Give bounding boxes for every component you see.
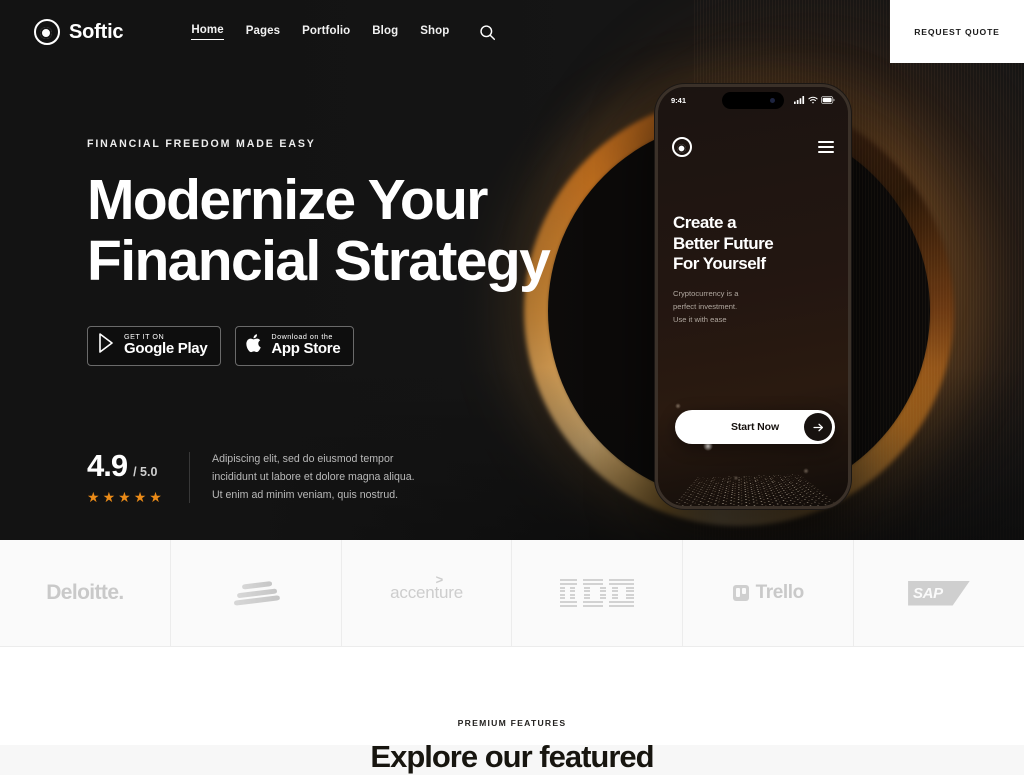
star-icon: ★ [118, 489, 131, 505]
nav-item-home[interactable]: Home [191, 24, 224, 40]
premium-features-section: PREMIUM FEATURES Explore our featured [0, 647, 1024, 774]
sap-logo-icon: SAP [908, 580, 971, 606]
phone-screen: 9:41 Create a Better Future For Yourself… [658, 87, 848, 506]
rating-text-line-1: Adipiscing elit, sed do eiusmod tempor [212, 453, 394, 465]
phone-title-line-3: For Yourself [673, 254, 766, 274]
dynamic-island [722, 92, 784, 109]
start-now-button[interactable]: Start Now [675, 410, 835, 444]
rating-description: Adipiscing elit, sed do eiusmod tempor i… [212, 450, 415, 505]
accenture-wordmark: accenture [390, 583, 463, 602]
phone-mockup: 9:41 Create a Better Future For Yourself… [655, 84, 851, 509]
rating-text-line-2: incididunt ut labore et dolore magna ali… [212, 471, 415, 484]
rating-score: 4.9 [87, 448, 128, 483]
search-icon[interactable] [476, 21, 498, 43]
logo-cell-deloitte[interactable]: Deloitte. [0, 540, 171, 646]
hero-eyebrow: FINANCIAL FREEDOM MADE EASY [87, 138, 316, 150]
phone-sub-line-2: perfect investment. [673, 301, 738, 311]
ibm-logo-icon [560, 579, 635, 607]
logo-cell-ibm[interactable] [512, 540, 684, 646]
bank-of-america-logo-icon [232, 580, 280, 606]
features-eyebrow: PREMIUM FEATURES [457, 718, 567, 728]
wifi-icon [808, 91, 818, 109]
nav-item-portfolio[interactable]: Portfolio [302, 25, 350, 40]
page-title: Modernize Your Financial Strategy [87, 170, 607, 292]
google-play-icon [98, 333, 116, 358]
apple-logo-icon [246, 333, 263, 358]
phone-nav [658, 137, 848, 157]
start-now-label: Start Now [730, 421, 780, 433]
request-quote-label: REQUEST QUOTE [914, 26, 1000, 37]
star-rating: ★ ★ ★ ★ ★ [87, 490, 171, 504]
nav-item-pages[interactable]: Pages [246, 25, 280, 40]
site-header: Softic Home Pages Portfolio Blog Shop RE… [0, 0, 1024, 64]
status-icons [794, 91, 835, 109]
hero-section: Softic Home Pages Portfolio Blog Shop RE… [0, 0, 1024, 540]
status-time: 9:41 [671, 95, 687, 105]
nav-item-shop[interactable]: Shop [420, 25, 449, 40]
softic-ring-logo-icon [34, 19, 60, 45]
hamburger-menu-icon[interactable] [818, 141, 834, 153]
request-quote-button[interactable]: REQUEST QUOTE [890, 0, 1024, 63]
star-icon: ★ [87, 489, 100, 505]
logo-cell-trello[interactable]: Trello [683, 540, 855, 646]
google-play-title: Google Play [124, 340, 208, 358]
app-store-button[interactable]: Download on the App Store [235, 325, 355, 366]
rating-out-of: / 5.0 [133, 465, 158, 479]
particle-bokeh [658, 296, 848, 506]
logo-cell-accenture[interactable]: > accenture [342, 540, 513, 646]
accenture-logo-icon: > accenture [390, 572, 463, 603]
accenture-chevron-icon: > [435, 572, 444, 587]
phone-sub-line-1: Cryptocurrency is a [673, 289, 739, 299]
app-store-badges: GET IT ON Google Play Download on the Ap… [87, 325, 607, 366]
phone-copy: Create a Better Future For Yourself Cryp… [673, 213, 838, 326]
logo-cell-bank-of-america[interactable] [171, 540, 342, 646]
trello-wordmark: Trello [755, 582, 805, 603]
google-play-button[interactable]: GET IT ON Google Play [87, 325, 222, 366]
trello-board-icon [732, 585, 749, 601]
star-icon: ★ [133, 489, 147, 505]
nav-item-blog[interactable]: Blog [372, 25, 398, 40]
rating-score-block: 4.9 / 5.0 ★ ★ ★ ★ ★ [87, 450, 171, 504]
phone-title-line-2: Better Future [673, 233, 774, 253]
logo-cell-sap[interactable]: SAP [854, 540, 1024, 646]
rating-text-line-3: Ut enim ad minim veniam, quis nostrud. [212, 489, 399, 502]
brand-name: Softic [69, 20, 124, 43]
front-camera-icon [770, 98, 775, 103]
sap-wordmark: SAP [913, 584, 943, 602]
phone-subtitle: Cryptocurrency is a perfect investment. … [673, 288, 838, 326]
client-logo-strip: Deloitte. > accenture Trello SAP [0, 540, 1024, 647]
main-nav: Home Pages Portfolio Blog Shop [191, 24, 449, 40]
softic-ring-logo-icon[interactable] [672, 137, 692, 157]
star-icon: ★ [102, 489, 116, 505]
particle-visualization [658, 296, 848, 506]
rating-block: 4.9 / 5.0 ★ ★ ★ ★ ★ Adipiscing elit, sed… [87, 450, 415, 505]
phone-sub-line-3: Use it with ease [673, 314, 727, 324]
app-store-title: App Store [271, 340, 341, 358]
brand-logo[interactable]: Softic [34, 19, 124, 45]
hero-copy: FINANCIAL FREEDOM MADE EASY Modernize Yo… [87, 138, 607, 366]
phone-title: Create a Better Future For Yourself [673, 213, 838, 275]
star-icon: ★ [149, 489, 162, 505]
hero-title-line-2: Financial Strategy [87, 228, 551, 293]
cellular-signal-icon [794, 91, 805, 109]
phone-title-line-1: Create a [673, 213, 737, 232]
hero-title-line-1: Modernize Your [87, 168, 488, 232]
features-title: Explore our featured [370, 739, 654, 774]
arrow-right-icon [804, 413, 832, 441]
trello-logo-icon: Trello [732, 582, 805, 604]
battery-icon [821, 91, 835, 109]
deloitte-logo-icon: Deloitte. [46, 581, 124, 604]
divider [189, 452, 190, 503]
